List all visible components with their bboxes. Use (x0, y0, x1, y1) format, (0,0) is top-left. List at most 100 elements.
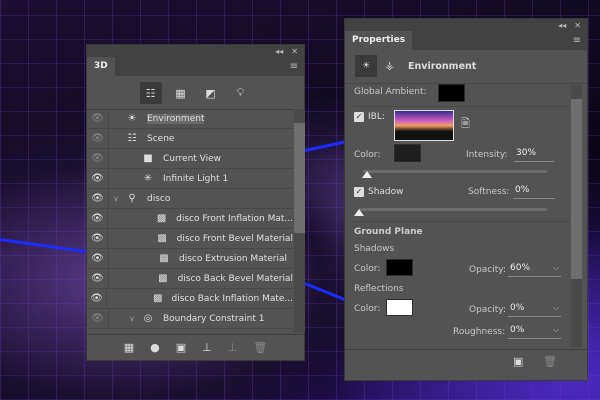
reflections-opacity-field[interactable]: 0% ⌵ (508, 303, 561, 317)
ibl-checkbox-row[interactable]: ✓ IBL: (354, 112, 385, 122)
layer-row[interactable]: 👁︎ ∨ ⚲ disco (87, 189, 293, 209)
split-icon[interactable]: ⊥ (228, 341, 238, 354)
material-icon: ▩ (157, 233, 167, 244)
softness-field[interactable]: 0% (513, 185, 555, 199)
visibility-eye-icon[interactable]: 👁︎ (87, 289, 108, 308)
layer-label: disco (147, 193, 171, 204)
layer-row[interactable]: 👁︎ ▩ disco Front Bevel Material (87, 229, 293, 249)
scrollbar-thumb[interactable] (571, 99, 582, 279)
ibl-checkbox[interactable]: ✓ (354, 112, 364, 122)
mesh-filter-icon[interactable]: ▦ (170, 82, 192, 104)
layer-row[interactable]: 👁︎ ▩ disco Back Inflation Mate... (87, 289, 293, 309)
camera-icon: ■ (143, 153, 153, 164)
shadows-heading: Shadows (354, 244, 395, 254)
visibility-eye-icon[interactable]: 👁︎ (87, 269, 109, 288)
shadows-opacity-field[interactable]: 60% ⌵ (508, 263, 561, 277)
ibl-edit-texture-icon[interactable]: 🗎︎ (461, 115, 470, 134)
constraint-icon: ◎ (143, 313, 153, 324)
scrollbar-thumb[interactable] (294, 123, 305, 233)
material-filter-icon[interactable]: ◩ (200, 82, 222, 104)
scrollbar[interactable] (571, 85, 582, 347)
drop-to-plane-icon[interactable]: ⊥ (202, 341, 212, 354)
roughness-label: Roughness: (453, 327, 506, 337)
mesh-icon: ⚲ (128, 193, 136, 204)
layer-row[interactable]: 👁︎ ▩ disco Back Bevel Material (87, 269, 293, 289)
roughness-field[interactable]: 0% ⌵ (508, 325, 561, 339)
render-icon[interactable]: ▣ (176, 341, 186, 354)
softness-slider[interactable] (359, 208, 547, 211)
panel-menu-icon[interactable]: ≡ (573, 35, 581, 46)
ibl-color-swatch[interactable] (394, 144, 421, 162)
visibility-eye-icon[interactable]: 👁︎ (87, 249, 109, 268)
close-icon[interactable]: ✕ (574, 21, 581, 30)
collapse-icon[interactable]: ◂◂ (275, 47, 283, 56)
shadow-checkbox[interactable]: ✓ (354, 187, 364, 197)
reflections-heading: Reflections (354, 284, 404, 294)
close-icon[interactable]: ✕ (291, 47, 298, 56)
ibl-label: IBL: (368, 112, 385, 122)
reflections-color-swatch[interactable] (386, 299, 413, 316)
intensity-field[interactable]: 30% (514, 148, 554, 162)
light-filter-icon[interactable]: 💡︎ (230, 82, 252, 104)
coordinates-icon[interactable]: ⚶ (385, 59, 394, 72)
shadows-color-swatch[interactable] (386, 259, 413, 276)
add-mesh-icon[interactable]: ▦ (124, 341, 134, 354)
section-title: Environment (408, 61, 477, 72)
layer-label: Environment (147, 113, 205, 124)
chevron-down-icon[interactable]: ∨ (129, 314, 141, 323)
softness-slider-handle[interactable] (354, 209, 364, 216)
layer-label: disco Back Inflation Mate... (171, 293, 294, 304)
layer-row[interactable]: 👁︎ ✳ Infinite Light 1 (87, 169, 293, 189)
layer-row[interactable]: 👁︎ ▩ disco Extrusion Material (87, 249, 293, 269)
infinite-light-icon: ✳ (143, 173, 153, 184)
layer-row[interactable]: 👁︎ ☀ Environment (87, 109, 293, 129)
chevron-down-icon[interactable]: ⌵ (553, 325, 559, 335)
layer-row[interactable]: 👁︎ ▩ disco Front Inflation Mat... (87, 209, 293, 229)
shadow-label: Shadow (368, 187, 404, 197)
delete-icon[interactable]: 🗑︎ (543, 355, 557, 368)
global-ambient-swatch[interactable] (438, 84, 465, 102)
scene-filter-icon[interactable]: ☷ (139, 82, 162, 104)
color-label: Color: (354, 150, 381, 160)
shadow-checkbox-row[interactable]: ✓ Shadow (354, 187, 404, 197)
layer-row[interactable]: 👁︎ ☷ Scene (87, 129, 293, 149)
layer-row[interactable]: 👁︎ ■ Current View (87, 149, 293, 169)
environment-icon[interactable]: ☀ (355, 55, 377, 77)
tab-properties[interactable]: Properties (345, 31, 413, 50)
render-icon[interactable]: ▣ (513, 355, 523, 368)
ibl-texture-thumbnail[interactable] (394, 110, 454, 141)
layer-label: Scene (147, 133, 175, 144)
layer-label: Current View (163, 153, 222, 164)
chevron-down-icon[interactable]: ⌵ (553, 303, 559, 313)
visibility-eye-icon[interactable]: 👁︎ (87, 189, 109, 208)
material-icon: ▩ (153, 293, 163, 304)
tab-3d[interactable]: 3D (87, 57, 115, 76)
layer-label: disco Extrusion Material (179, 253, 287, 264)
visibility-eye-icon[interactable]: 👁︎ (87, 309, 109, 328)
intensity-label: Intensity: (466, 150, 508, 160)
scrollbar[interactable] (294, 109, 305, 333)
ground-plane-heading: Ground Plane (354, 227, 423, 237)
material-icon: ▩ (158, 273, 168, 284)
layer-row[interactable]: 👁︎ ∨ ◎ Boundary Constraint 1 (87, 309, 293, 329)
layer-label: disco Front Inflation Mat... (176, 213, 294, 224)
intensity-slider-handle[interactable] (362, 171, 372, 178)
collapse-icon[interactable]: ◂◂ (558, 21, 566, 30)
layer-label: disco Front Bevel Material (176, 233, 293, 244)
delete-icon[interactable]: 🗑︎ (253, 341, 267, 354)
visibility-eye-icon[interactable]: 👁︎ (87, 209, 109, 228)
visibility-eye-icon[interactable]: 👁︎ (87, 129, 109, 148)
visibility-eye-icon[interactable]: 👁︎ (87, 109, 109, 128)
chevron-down-icon[interactable]: ⌵ (553, 263, 559, 273)
add-light-icon[interactable]: ● (150, 341, 160, 354)
reflections-opacity-label: Opacity: (469, 305, 506, 315)
intensity-slider[interactable] (363, 170, 547, 173)
panel-3d: ◂◂ ✕ 3D ≡ ☷ ▦ ◩ 💡︎ 👁︎ ☀ Environment 👁︎ ☷ Scene 👁… (86, 44, 305, 361)
chevron-down-icon[interactable]: ∨ (113, 194, 125, 203)
visibility-eye-icon[interactable]: 👁︎ (87, 149, 109, 168)
global-ambient-label: Global Ambient: (354, 87, 427, 97)
panel-menu-icon[interactable]: ≡ (290, 61, 298, 72)
visibility-eye-icon[interactable]: 👁︎ (87, 169, 109, 188)
layer-label: Boundary Constraint 1 (163, 313, 265, 324)
visibility-eye-icon[interactable]: 👁︎ (87, 229, 109, 248)
